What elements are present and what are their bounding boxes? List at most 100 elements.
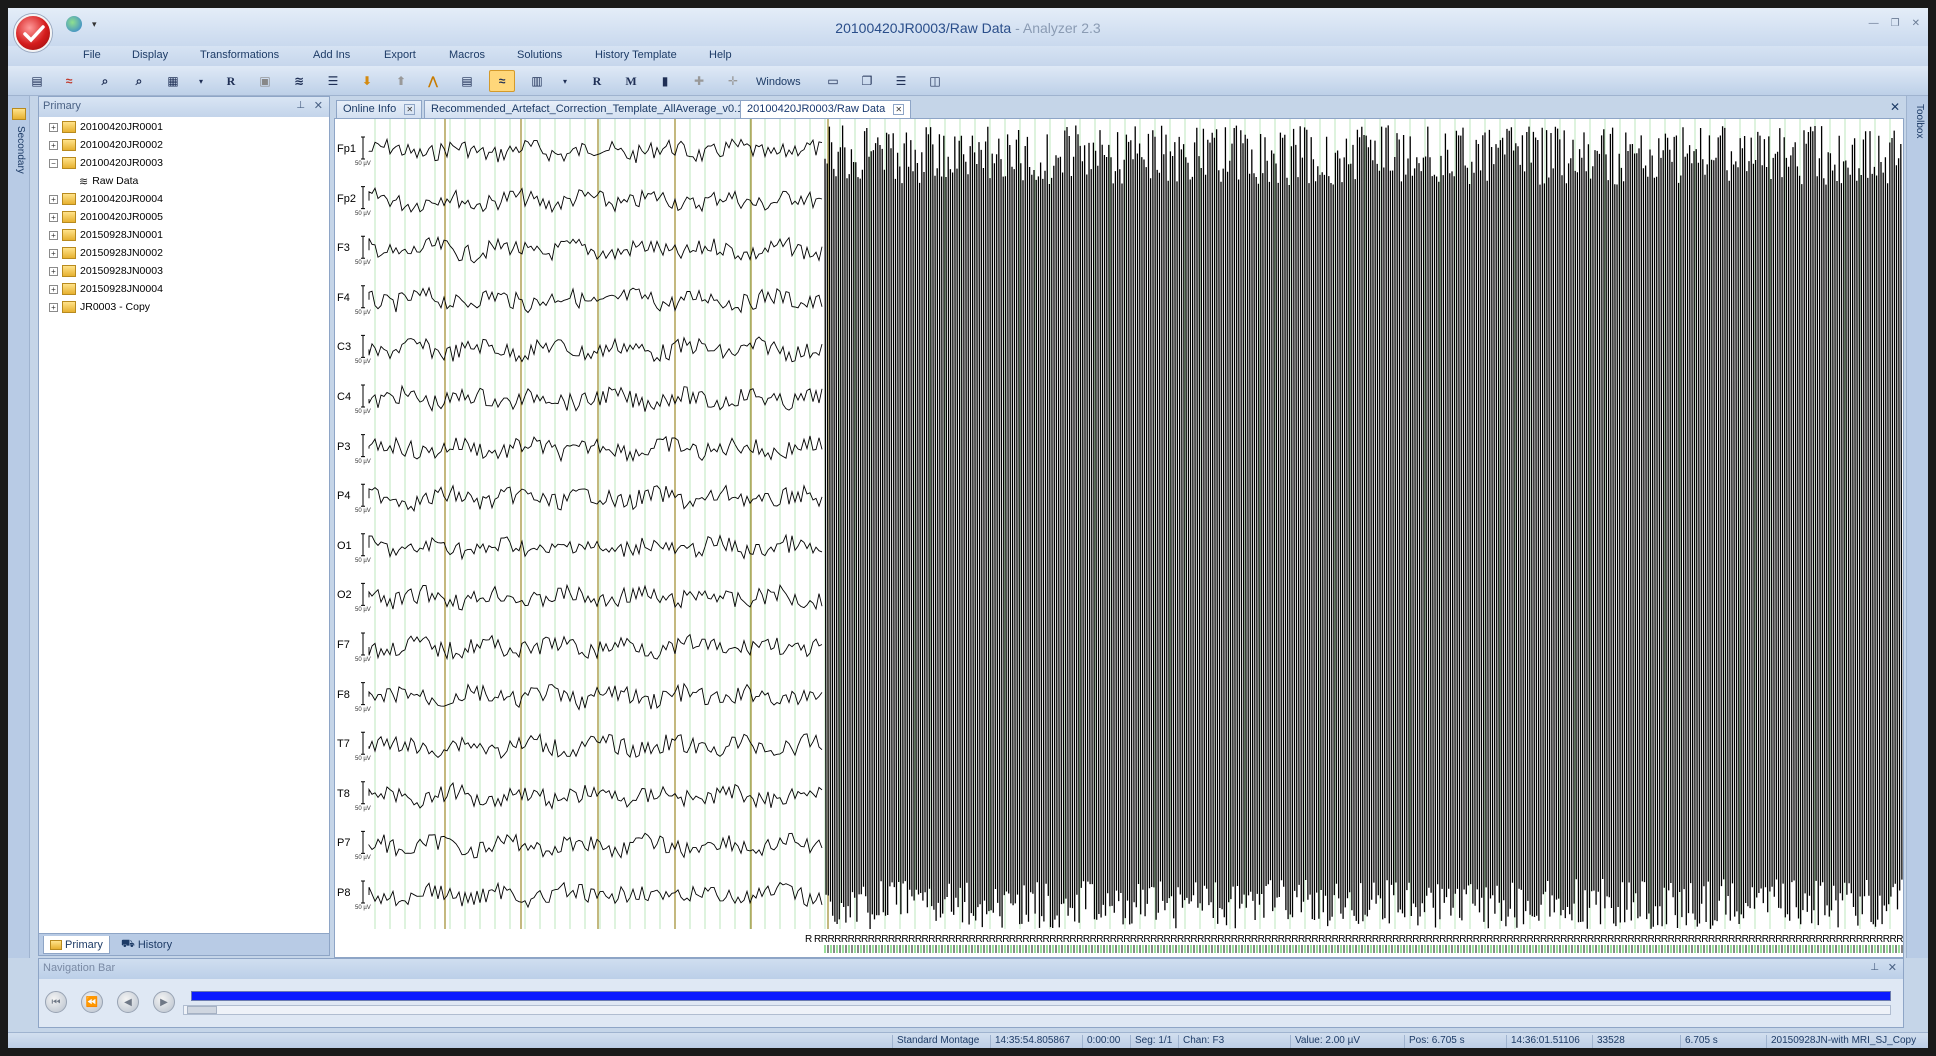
menu-add-ins[interactable]: Add Ins [313,49,350,61]
tile-horizontal-icon[interactable]: ☰ [892,72,910,90]
menu-solutions[interactable]: Solutions [517,49,562,61]
pin-icon[interactable]: ⊥ [296,100,305,111]
tile-vertical-icon[interactable]: ◫ [926,72,944,90]
step-back-button[interactable]: ⏪ [81,991,103,1013]
navigation-scrollbar[interactable] [183,1005,1891,1015]
channel-label[interactable]: P3 [337,441,350,453]
channel-label[interactable]: T8 [337,788,350,800]
overlay-icon[interactable]: ≈ [489,70,515,92]
channel-label[interactable]: Fp2 [337,193,356,205]
minimize-icon[interactable]: — [1869,18,1879,29]
zoom-out-icon[interactable]: ⌕ [130,72,148,90]
layout-icon[interactable]: ✛ [724,72,742,90]
add-icon[interactable]: ✚ [690,72,708,90]
go-to-start-button[interactable]: ⏮ [45,991,67,1013]
folder-icon [62,121,76,133]
expand-icon[interactable]: + [49,266,58,276]
expand-icon[interactable]: + [49,194,58,204]
expand-icon[interactable]: + [49,122,58,132]
tab-history[interactable]: ⛟ History [115,936,178,954]
tree-item[interactable]: +20150928JN0001 [49,227,163,243]
channel-label[interactable]: P8 [337,887,350,899]
close-icon[interactable]: ✕ [404,104,416,115]
channel-label[interactable]: O2 [337,589,352,601]
channel-label[interactable]: P4 [337,490,350,502]
tree-item[interactable]: +20100420JR0005 [49,209,163,225]
menu-history-template[interactable]: History Template [595,49,677,61]
window-new-icon[interactable]: ▭ [824,72,842,90]
collapse-icon[interactable]: − [49,158,58,168]
restore-icon[interactable]: ❐ [1891,18,1900,29]
menu-export[interactable]: Export [384,49,416,61]
segment-icon[interactable]: ▣ [256,72,274,90]
navigation-scroll-thumb[interactable] [187,1006,217,1014]
menu-macros[interactable]: Macros [449,49,485,61]
zoom-in-icon[interactable]: ⌕ [96,72,114,90]
navigation-track[interactable] [191,991,1891,1001]
toolbox-label[interactable]: Toolbox [1914,104,1925,138]
eeg-view[interactable]: Fp1 50 µV Fp2 50 µV F3 50 µV F4 50 µV C3 50 µV C4 5… [334,118,1904,958]
tab-primary[interactable]: Primary [43,936,110,954]
reference-icon[interactable]: R [222,72,240,90]
pin-icon[interactable]: ⊥ [1870,962,1879,973]
channel-label[interactable]: Fp1 [337,143,356,155]
tree-item[interactable]: − 20100420JR0003 [49,155,163,171]
fft-icon[interactable]: ▥ [528,72,546,90]
tab-raw-data[interactable]: 20100420JR0003/Raw Data ✕ [740,100,912,118]
menu-transformations[interactable]: Transformations [200,49,279,61]
toolbox-strip[interactable]: Toolbox [1906,96,1928,958]
channel-label[interactable]: P7 [337,837,350,849]
channel-label[interactable]: C3 [337,341,351,353]
expand-icon[interactable]: + [49,248,58,258]
play-button[interactable]: ▶ [153,991,175,1013]
menu-help[interactable]: Help [709,49,732,61]
close-icon[interactable]: ✕ [1888,961,1897,974]
secondary-label[interactable]: Secondary [15,126,26,174]
close-all-icon[interactable]: ✕ [1890,100,1900,114]
grid-view-icon[interactable]: ▦ [164,72,182,90]
close-icon[interactable]: ✕ [1912,18,1920,29]
close-icon[interactable]: ✕ [893,104,905,115]
tree-item[interactable]: +20150928JN0004 [49,281,163,297]
scale-icon[interactable]: ▤ [458,72,476,90]
close-icon[interactable]: ✕ [314,99,323,112]
channel-label[interactable]: C4 [337,391,351,403]
channel-label[interactable]: T7 [337,738,350,750]
cascade-icon[interactable]: ❐ [858,72,876,90]
filter-icon[interactable]: ≋ [290,72,308,90]
expand-icon[interactable]: + [49,230,58,240]
tree-item[interactable]: +20150928JN0003 [49,263,163,279]
menu-file[interactable]: File [83,49,101,61]
rereference-icon[interactable]: R [588,72,606,90]
tree-item[interactable]: ≋ Raw Data [79,173,138,189]
menu-display[interactable]: Display [132,49,168,61]
chevron-down-icon[interactable]: ▾ [556,72,574,90]
tree-item[interactable]: +20150928JN0002 [49,245,163,261]
arrow-up-icon[interactable]: ⬆ [392,72,410,90]
channel-label[interactable]: F4 [337,292,350,304]
marker-icon[interactable]: M [622,72,640,90]
expand-icon[interactable]: + [49,140,58,150]
tree-item[interactable]: +20100420JR0002 [49,137,163,153]
secondary-strip[interactable]: Secondary [8,96,30,958]
channel-label[interactable]: F3 [337,242,350,254]
tree-item[interactable]: +20100420JR0001 [49,119,163,135]
expand-icon[interactable]: + [49,302,58,312]
expand-icon[interactable]: + [49,284,58,294]
app-menu-button[interactable] [14,14,52,52]
peak-icon[interactable]: ⋀ [424,72,442,90]
channel-label[interactable]: O1 [337,540,352,552]
expand-icon[interactable]: + [49,212,58,222]
channel-label[interactable]: F7 [337,639,350,651]
tree-item[interactable]: + JR0003 - Copy [49,299,150,315]
arrow-down-icon[interactable]: ⬇ [358,72,376,90]
previous-button[interactable]: ◀ [117,991,139,1013]
tab-online-info[interactable]: Online Info ✕ [336,100,423,118]
chevron-down-icon[interactable]: ▾ [192,72,210,90]
export-icon[interactable]: ▮ [656,72,674,90]
tree-item[interactable]: +20100420JR0004 [49,191,163,207]
channel-label[interactable]: F8 [337,689,350,701]
multi-channel-icon[interactable]: ☰ [324,72,342,90]
chart-icon[interactable]: ≈ [60,72,78,90]
open-folder-icon[interactable]: ▤ [28,72,46,90]
